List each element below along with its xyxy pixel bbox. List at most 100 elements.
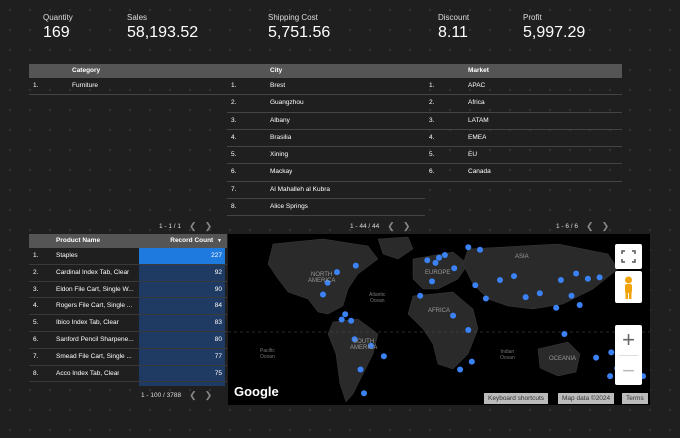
table-row[interactable]: 1. APAC bbox=[425, 78, 622, 96]
category-table-header[interactable]: Category bbox=[29, 64, 227, 78]
map-point[interactable] bbox=[482, 295, 489, 302]
row-number: 5. bbox=[429, 151, 435, 159]
prev-page-icon[interactable]: ❮ bbox=[586, 221, 594, 232]
table-row[interactable]: 7. Smead File Cart, Single ... 77 bbox=[29, 348, 227, 366]
sort-desc-icon[interactable]: ▼ bbox=[217, 238, 225, 244]
map-point[interactable] bbox=[593, 354, 600, 361]
map-point[interactable] bbox=[584, 275, 591, 282]
kpi-shipping-cost: Shipping Cost 5,751.56 bbox=[268, 13, 330, 42]
table-row[interactable]: 1. Furniture bbox=[29, 78, 227, 96]
map-point[interactable] bbox=[417, 292, 424, 299]
table-row[interactable]: 3. Eldon File Cart, Single W... 90 bbox=[29, 281, 227, 299]
market-table-header[interactable]: Market bbox=[425, 64, 622, 78]
map-point[interactable] bbox=[553, 304, 560, 311]
next-page-icon[interactable]: ❯ bbox=[602, 221, 610, 232]
city-table-header[interactable]: City bbox=[227, 64, 425, 78]
map-point[interactable] bbox=[450, 312, 457, 319]
map-point[interactable] bbox=[361, 390, 367, 397]
table-row[interactable]: 5. Ibico Index Tab, Clear 83 bbox=[29, 315, 227, 332]
map-point[interactable] bbox=[352, 262, 359, 269]
map-point[interactable] bbox=[348, 317, 355, 324]
street-view-button[interactable] bbox=[615, 271, 642, 303]
map-label-africa: AFRICA bbox=[428, 308, 451, 314]
table-row[interactable]: 2. Cardinal Index Tab, Clear 92 bbox=[29, 264, 227, 282]
next-page-icon[interactable]: ❯ bbox=[205, 390, 213, 401]
product-name-header[interactable]: Product Name bbox=[56, 234, 100, 248]
row-number: 4. bbox=[33, 302, 39, 310]
map-point[interactable] bbox=[320, 291, 326, 298]
map-point[interactable] bbox=[342, 311, 349, 318]
map-point[interactable] bbox=[432, 259, 439, 266]
category-pager: 1 - 1 / 1 ❮ ❯ bbox=[159, 221, 212, 232]
kpi-value: 5,751.56 bbox=[268, 24, 331, 41]
record-count-header[interactable]: Record Count ▼ bbox=[139, 234, 225, 248]
map-point[interactable] bbox=[607, 373, 614, 380]
map-point[interactable] bbox=[497, 277, 503, 283]
map-point[interactable] bbox=[436, 254, 442, 261]
table-row[interactable]: 3. Albany bbox=[227, 113, 425, 130]
prev-page-icon[interactable]: ❮ bbox=[189, 221, 197, 232]
keyboard-shortcuts-link[interactable]: Keyboard shortcuts bbox=[484, 393, 549, 404]
map-point[interactable] bbox=[429, 278, 435, 285]
map-point[interactable] bbox=[441, 252, 448, 258]
map-point[interactable] bbox=[338, 316, 345, 323]
map-point[interactable] bbox=[573, 270, 580, 277]
map-point[interactable] bbox=[522, 294, 529, 301]
table-row[interactable]: 2. Africa bbox=[425, 95, 622, 113]
next-page-icon[interactable]: ❯ bbox=[403, 221, 411, 232]
next-page-icon[interactable]: ❯ bbox=[205, 221, 213, 232]
zoom-in-button[interactable]: + bbox=[615, 325, 642, 355]
row-number: 3. bbox=[231, 116, 237, 124]
map-point[interactable] bbox=[465, 327, 472, 333]
row-value: Al Mahalleh al Kubra bbox=[270, 185, 330, 193]
table-row[interactable]: 7. Al Mahalleh al Kubra bbox=[227, 182, 425, 200]
map-point[interactable] bbox=[465, 244, 472, 251]
table-row[interactable]: 6. Sanford Pencil Sharpene... 80 bbox=[29, 331, 227, 349]
map-point[interactable] bbox=[561, 331, 568, 337]
table-row[interactable]: 6. Mackay bbox=[227, 164, 425, 182]
table-row[interactable]: 4. Brasilia bbox=[227, 130, 425, 148]
row-number: 1. bbox=[33, 82, 39, 89]
map-point[interactable] bbox=[380, 353, 387, 360]
map-point[interactable] bbox=[596, 274, 603, 281]
kpi-label: Profit bbox=[523, 13, 542, 22]
map-point[interactable] bbox=[608, 349, 615, 356]
table-row[interactable]: 3. LATAM bbox=[425, 113, 622, 130]
table-row[interactable]: 4. Rogers File Cart, Single ... 84 bbox=[29, 298, 227, 316]
terms-link[interactable]: Terms bbox=[622, 393, 648, 404]
product-name: Eldon File Cart, Single W... bbox=[56, 285, 134, 293]
table-row[interactable]: 2. Guangzhou bbox=[227, 95, 425, 113]
record-count-cell: 75 bbox=[139, 382, 225, 386]
map-point[interactable] bbox=[424, 257, 431, 264]
table-row[interactable]: 8. Alice Springs bbox=[227, 199, 425, 217]
map-point[interactable] bbox=[568, 292, 575, 299]
map-point[interactable] bbox=[511, 273, 517, 280]
map-point[interactable] bbox=[457, 366, 464, 373]
table-row[interactable]: 9. Pune bbox=[227, 216, 425, 218]
product-name: Rogers File Cart, Single ... bbox=[56, 302, 133, 310]
table-row[interactable]: 6. Canada bbox=[425, 164, 622, 182]
table-row[interactable]: 8. Acco Index Tab, Clear 75 bbox=[29, 365, 227, 383]
table-row[interactable]: 4. EMEA bbox=[425, 130, 622, 148]
zoom-out-button[interactable]: − bbox=[615, 356, 642, 385]
map-point[interactable] bbox=[468, 358, 475, 365]
table-row[interactable]: 1. Brest bbox=[227, 78, 425, 96]
table-row[interactable]: 5. Xining bbox=[227, 147, 425, 165]
prev-page-icon[interactable]: ❮ bbox=[189, 390, 197, 401]
world-map[interactable]: NORTH AMERICA EUROPE ASIA AFRICA SOUTH AME… bbox=[228, 234, 650, 405]
map-point[interactable] bbox=[576, 302, 583, 308]
map-point[interactable] bbox=[472, 282, 479, 289]
table-row[interactable]: 5. EU bbox=[425, 147, 622, 165]
table-row[interactable]: 1. Staples 227 bbox=[29, 248, 227, 265]
map-point[interactable] bbox=[536, 290, 543, 297]
map-point[interactable] bbox=[557, 277, 564, 283]
map-canvas[interactable] bbox=[228, 234, 650, 405]
table-row[interactable]: 9. Stanley Pencil Sharpener... 75 bbox=[29, 382, 227, 386]
row-number: 6. bbox=[33, 335, 39, 343]
prev-page-icon[interactable]: ❮ bbox=[387, 221, 395, 232]
google-logo[interactable]: Google bbox=[234, 384, 279, 399]
fullscreen-button[interactable] bbox=[615, 244, 642, 269]
map-point[interactable] bbox=[451, 265, 458, 272]
map-point[interactable] bbox=[357, 366, 364, 373]
map-point[interactable] bbox=[477, 246, 483, 253]
